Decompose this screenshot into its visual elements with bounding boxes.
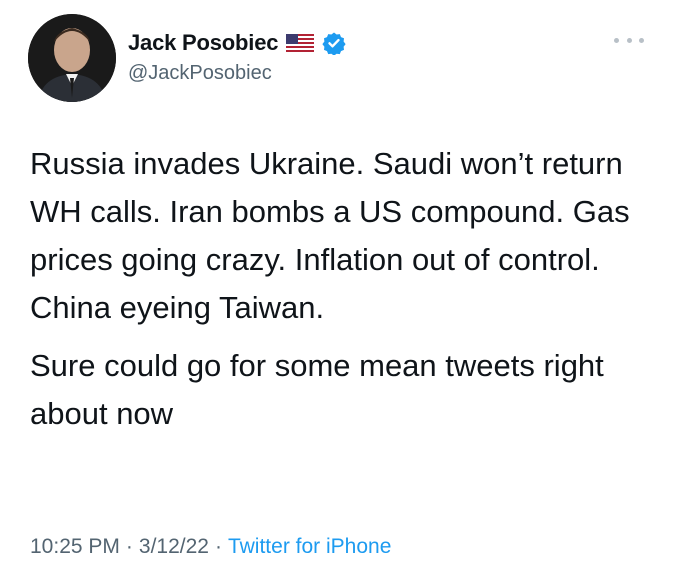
- more-dot: [626, 37, 632, 43]
- more-dot: [639, 37, 644, 43]
- tweet-paragraph: Sure could go for some mean tweets right…: [30, 348, 604, 431]
- avatar-image: [28, 14, 116, 102]
- avatar[interactable]: [28, 14, 116, 102]
- meta-separator: ·: [125, 535, 133, 558]
- tweet-source-link[interactable]: Twitter for iPhone: [228, 535, 391, 559]
- author-handle[interactable]: @JackPosobiec: [128, 62, 272, 85]
- author-display-name[interactable]: Jack Posobiec: [128, 30, 278, 56]
- tweet-date[interactable]: 3/12/22: [139, 535, 209, 559]
- tweet-meta: 10:25 PM · 3/12/22 · Twitter for iPhone: [30, 535, 391, 559]
- us-flag-icon: [286, 34, 315, 52]
- more-dots-icon[interactable]: [614, 30, 644, 50]
- more-dot: [614, 37, 619, 43]
- tweet-card: Jack Posobiec @JackPosobiec Russia invad…: [0, 0, 680, 577]
- tweet-paragraph: Russia invades Ukraine. Saudi won’t retu…: [30, 146, 630, 325]
- tweet-text: Russia invades Ukraine. Saudi won’t retu…: [30, 140, 650, 438]
- tweet-time[interactable]: 10:25 PM: [30, 535, 120, 559]
- author-name-row: Jack Posobiec: [128, 28, 346, 58]
- meta-separator: ·: [214, 535, 222, 558]
- verified-badge-icon: [322, 31, 346, 56]
